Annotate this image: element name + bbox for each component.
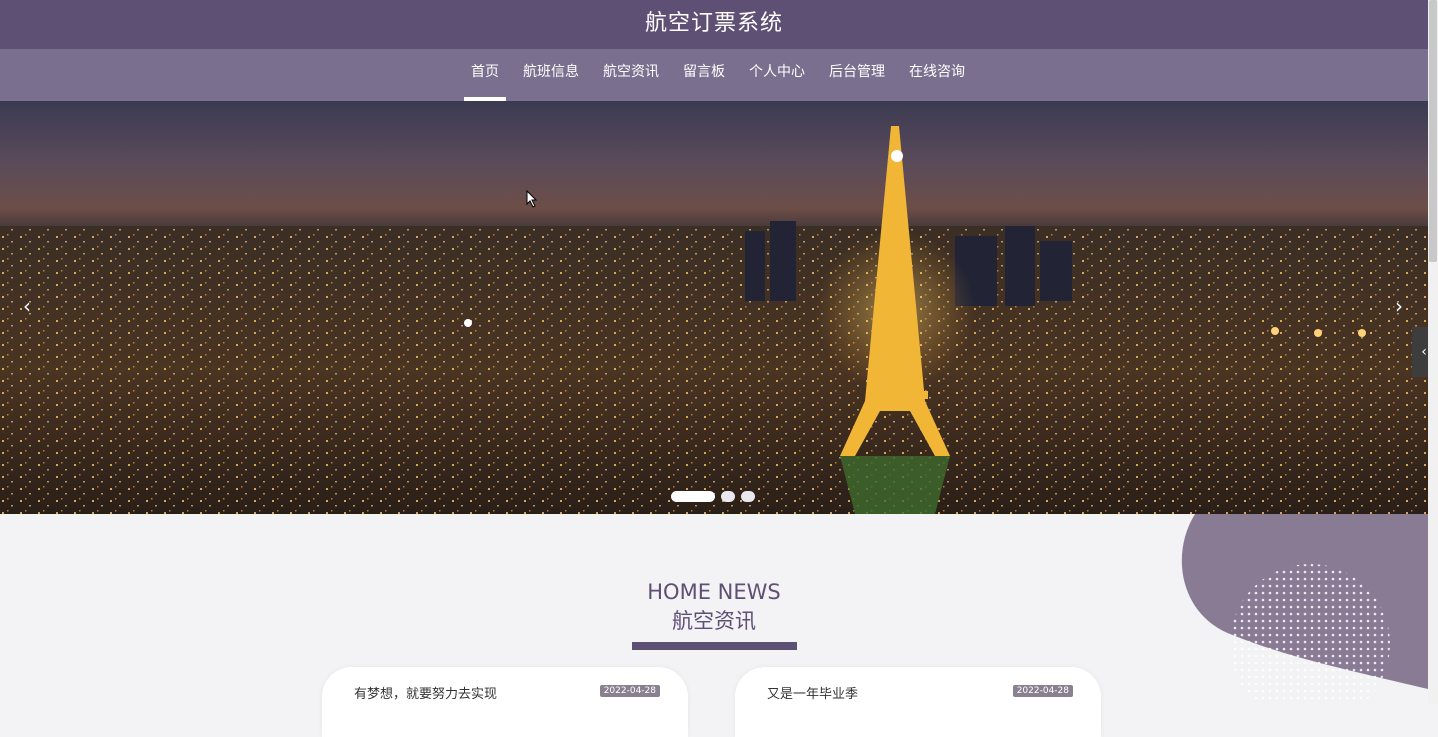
news-section-header: HOME NEWS 航空资讯: [0, 578, 1428, 650]
carousel-dot-1[interactable]: [671, 491, 715, 502]
news-date-badge: 2022-04-28: [1012, 685, 1073, 697]
carousel-indicators: [671, 491, 755, 502]
eiffel-tower-night-image: [0, 126, 1428, 514]
news-date-badge: 2022-04-28: [599, 685, 660, 697]
section-divider: [631, 642, 797, 650]
nav-item-messages[interactable]: 留言板: [671, 49, 737, 101]
top-header: 航空订票系统: [0, 0, 1428, 49]
main-nav: 首页 航班信息 航空资讯 留言板 个人中心 后台管理 在线咨询: [0, 49, 1428, 101]
nav-item-profile[interactable]: 个人中心: [737, 49, 817, 101]
news-card[interactable]: 又是一年毕业季 2022-04-28: [735, 667, 1101, 737]
news-title[interactable]: 有梦想，就要努力去实现: [354, 683, 497, 702]
section-title-en: HOME NEWS: [647, 580, 781, 604]
nav-item-consult[interactable]: 在线咨询: [897, 49, 977, 101]
nav-item-flights[interactable]: 航班信息: [511, 49, 591, 101]
nav-item-admin[interactable]: 后台管理: [817, 49, 897, 101]
carousel-dot-3[interactable]: [741, 491, 755, 502]
site-title: 航空订票系统: [644, 11, 783, 36]
nav-item-news[interactable]: 航空资讯: [591, 49, 671, 101]
page-scrollbar[interactable]: [1428, 0, 1438, 704]
nav-list: 首页 航班信息 航空资讯 留言板 个人中心 后台管理 在线咨询: [459, 49, 977, 101]
mouse-cursor-icon: [526, 190, 538, 208]
news-card[interactable]: 有梦想，就要努力去实现 2022-04-28: [322, 667, 688, 737]
news-title[interactable]: 又是一年毕业季: [767, 683, 858, 702]
carousel-next-button[interactable]: ›: [1384, 291, 1414, 321]
chevron-left-icon: ‹: [1421, 344, 1427, 360]
section-title-cn: 航空资讯: [672, 609, 756, 633]
chevron-left-icon: ‹: [23, 294, 31, 318]
hero-carousel[interactable]: ‹ ›: [0, 101, 1428, 514]
scrollbar-thumb[interactable]: [1429, 0, 1437, 262]
nav-item-home[interactable]: 首页: [459, 49, 511, 101]
chevron-right-icon: ›: [1395, 294, 1403, 318]
carousel-dot-2[interactable]: [721, 491, 735, 502]
carousel-prev-button[interactable]: ‹: [12, 291, 42, 321]
